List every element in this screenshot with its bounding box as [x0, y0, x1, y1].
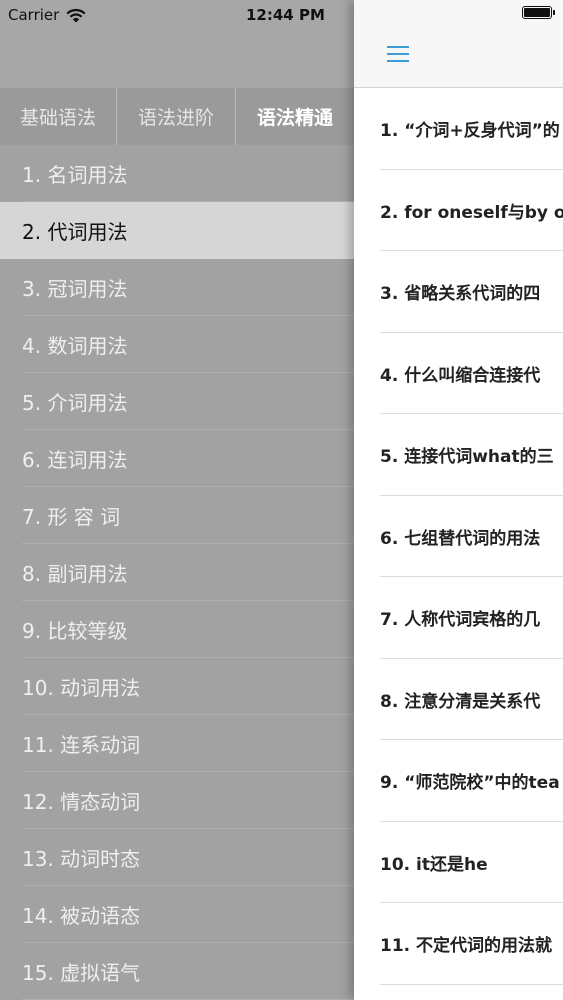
lesson-list-item[interactable]: 6. 连词用法: [0, 430, 354, 487]
carrier-status: Carrier: [8, 4, 87, 26]
lesson-list: 1. 名词用法 2. 代词用法 3. 冠词用法 4. 数词用法 5. 介词用法 6. 连词…: [0, 145, 354, 1000]
hamburger-menu-icon[interactable]: [387, 44, 409, 64]
article-list-item[interactable]: 5. 连接代词what的三: [354, 414, 563, 496]
lesson-list-item[interactable]: 5. 介词用法: [0, 373, 354, 430]
wifi-icon: [66, 8, 86, 23]
article-list-item[interactable]: 11. 不定代词的用法就: [354, 903, 563, 985]
lesson-list-item[interactable]: 15. 虚拟语气: [0, 943, 354, 1000]
lesson-list-item[interactable]: 7. 形 容 词: [0, 487, 354, 544]
level-segmented-control: 基础语法 语法进阶 语法精通: [0, 88, 354, 145]
battery-icon: [522, 6, 555, 19]
lesson-list-item[interactable]: 4. 数词用法: [0, 316, 354, 373]
article-list-item[interactable]: 8. 注意分清是关系代: [354, 659, 563, 741]
article-list: 1. “介词+反身代词”的 2. for oneself与by or 3. 省略关系…: [354, 88, 563, 985]
lesson-list-item[interactable]: 12. 情态动词: [0, 772, 354, 829]
lesson-list-item[interactable]: 8. 副词用法: [0, 544, 354, 601]
segment-tab-3[interactable]: 语法精通: [236, 88, 354, 145]
segment-tab-2[interactable]: 语法进阶: [117, 88, 236, 145]
lesson-list-item[interactable]: 9. 比较等级: [0, 601, 354, 658]
article-list-item[interactable]: 10. it还是he: [354, 822, 563, 904]
lesson-list-item[interactable]: 13. 动词时态: [0, 829, 354, 886]
lesson-list-item[interactable]: 10. 动词用法: [0, 658, 354, 715]
lesson-list-item[interactable]: 2. 代词用法: [0, 202, 354, 259]
article-list-item[interactable]: 7. 人称代词宾格的几: [354, 577, 563, 659]
article-list-item[interactable]: 3. 省略关系代词的四: [354, 251, 563, 333]
side-drawer: Carrier 12:44 PM 基础语法 语法进阶 语法精通 1. 名词用法 2. …: [0, 0, 354, 1000]
article-list-item[interactable]: 2. for oneself与by or: [354, 170, 563, 252]
status-bar-left: Carrier 12:44 PM: [0, 0, 354, 88]
article-list-item[interactable]: 9. “师范院校”中的tea: [354, 740, 563, 822]
content-panel: 1. “介词+反身代词”的 2. for oneself与by or 3. 省略关系…: [354, 0, 563, 1000]
lesson-list-item[interactable]: 1. 名词用法: [0, 145, 354, 202]
article-list-item[interactable]: 4. 什么叫缩合连接代: [354, 333, 563, 415]
lesson-list-item[interactable]: 11. 连系动词: [0, 715, 354, 772]
carrier-label: Carrier: [8, 6, 60, 24]
navigation-bar: [354, 0, 563, 88]
article-list-item[interactable]: 1. “介词+反身代词”的: [354, 88, 563, 170]
lesson-list-item[interactable]: 3. 冠词用法: [0, 259, 354, 316]
lesson-list-item[interactable]: 14. 被动语态: [0, 886, 354, 943]
status-time: 12:44 PM: [246, 6, 325, 24]
segment-tab-1[interactable]: 基础语法: [0, 88, 117, 145]
article-list-item[interactable]: 6. 七组替代词的用法: [354, 496, 563, 578]
